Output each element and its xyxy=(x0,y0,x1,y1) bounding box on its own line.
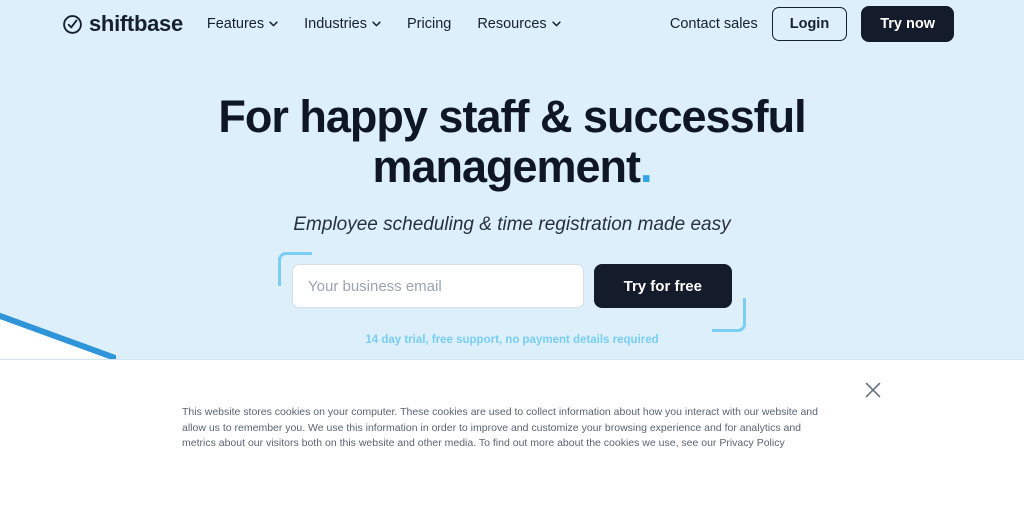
try-now-button[interactable]: Try now xyxy=(861,6,954,42)
chevron-down-icon xyxy=(269,21,278,27)
login-button[interactable]: Login xyxy=(771,7,848,41)
try-for-free-button[interactable]: Try for free xyxy=(593,264,732,308)
cookie-policy-text: This website stores cookies on your comp… xyxy=(182,406,818,449)
nav-item-features[interactable]: Features xyxy=(207,16,278,32)
hero-headline: For happy staff & successful management. xyxy=(202,92,822,192)
nav-item-industries[interactable]: Industries xyxy=(304,16,381,32)
chevron-down-icon xyxy=(551,21,561,27)
trial-note: 14 day trial, free support, no payment d… xyxy=(365,334,659,346)
brand-name: shiftbase xyxy=(89,11,183,36)
contact-sales-link[interactable]: Contact sales xyxy=(670,16,758,32)
nav-item-resources[interactable]: Resources xyxy=(477,16,561,32)
signup-form-row: Try for free xyxy=(292,264,732,308)
page-root: shiftbase Features Industries Pricing Re… xyxy=(0,0,1024,511)
nav-item-pricing-label: Pricing xyxy=(407,16,452,32)
close-icon[interactable] xyxy=(862,379,884,401)
chevron-down-icon xyxy=(372,21,381,27)
nav-links: Features Industries Pricing Resources xyxy=(207,16,561,32)
hero-subheadline: Employee scheduling & time registration … xyxy=(293,214,731,235)
check-circle-icon xyxy=(62,14,83,35)
brand-logo[interactable]: shiftbase xyxy=(62,11,183,37)
hero-headline-accent-dot: . xyxy=(640,141,652,192)
signup-form: Try for free xyxy=(278,252,746,332)
hero-headline-text: For happy staff & successful management xyxy=(218,91,806,192)
business-email-input[interactable] xyxy=(292,264,584,308)
nav-item-resources-label: Resources xyxy=(477,16,547,32)
main-navigation: shiftbase Features Industries Pricing Re… xyxy=(0,0,1024,48)
nav-item-industries-label: Industries xyxy=(304,16,367,32)
hero-content: For happy staff & successful management.… xyxy=(0,92,1024,347)
nav-item-pricing[interactable]: Pricing xyxy=(407,16,451,32)
cookie-consent-banner: This website stores cookies on your comp… xyxy=(0,361,1024,511)
nav-actions: Contact sales Login Try now xyxy=(670,6,954,42)
hero-section: shiftbase Features Industries Pricing Re… xyxy=(0,0,1024,360)
nav-item-features-label: Features xyxy=(206,16,265,32)
